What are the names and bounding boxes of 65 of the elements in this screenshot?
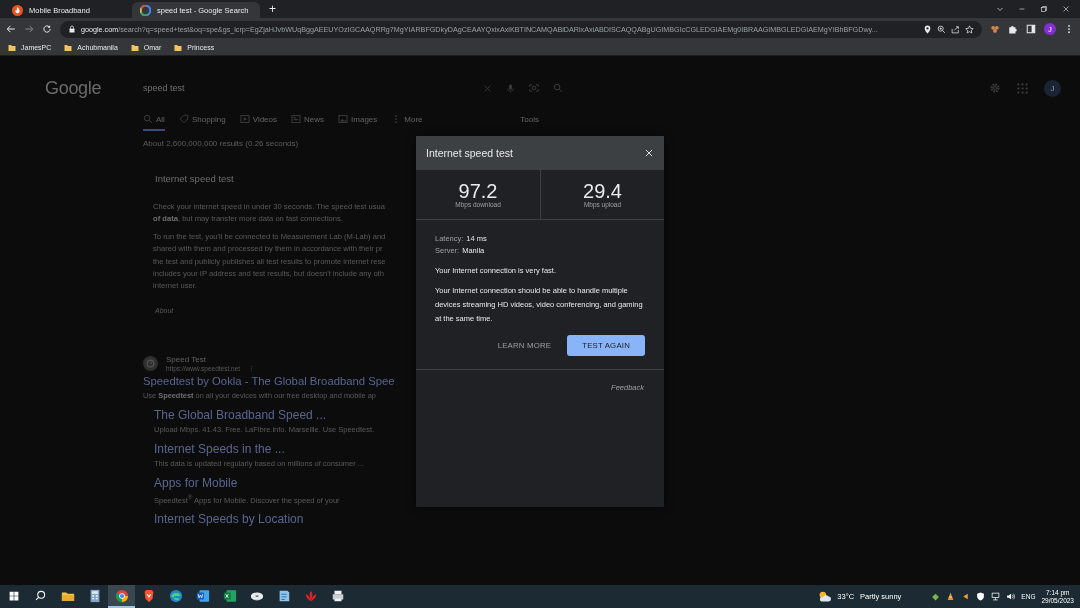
- search-icon: [143, 114, 153, 124]
- zoom-icon[interactable]: [937, 24, 946, 34]
- reload-icon[interactable]: [42, 24, 52, 34]
- chrome-icon[interactable]: [114, 588, 129, 603]
- sun-cloud-icon: [818, 590, 832, 603]
- gauge-icon: [143, 355, 158, 371]
- search-tab[interactable]: More: [391, 114, 423, 131]
- star-icon[interactable]: [965, 24, 974, 34]
- printer-icon[interactable]: [330, 588, 345, 603]
- forward-icon[interactable]: [24, 24, 34, 34]
- chevron-down-icon[interactable]: [996, 5, 1004, 13]
- folder-icon: [174, 43, 183, 52]
- sitelink[interactable]: Internet Speeds by Location: [154, 512, 304, 527]
- newspaper-icon: [291, 114, 302, 124]
- flame-icon: [12, 4, 23, 16]
- search-field[interactable]: speed test: [143, 83, 469, 93]
- search-icon: [35, 590, 46, 601]
- speed-value: 29.4: [583, 181, 622, 201]
- sitelink[interactable]: Internet Speeds in the ...: [154, 441, 285, 456]
- back-icon[interactable]: [6, 24, 16, 34]
- sitelink[interactable]: The Global Broadband Speed ...: [154, 407, 327, 422]
- play-icon: [239, 114, 250, 124]
- taskbar-app[interactable]: [108, 585, 135, 608]
- restore-icon[interactable]: [1040, 5, 1048, 13]
- arrow-left-icon[interactable]: [961, 592, 971, 601]
- featured-title: Internet speed test: [155, 173, 234, 184]
- new-tab-button[interactable]: +: [266, 2, 279, 16]
- tag-icon: [178, 114, 189, 124]
- result-stats: About 2,600,000,000 results (0.26 seconds): [143, 139, 300, 148]
- folder-icon: [130, 43, 139, 52]
- image-icon: [338, 114, 349, 124]
- speaker-icon[interactable]: [1006, 592, 1016, 601]
- sitelink[interactable]: Apps for Mobile: [154, 475, 238, 490]
- excel-icon[interactable]: [222, 588, 237, 603]
- tools-button[interactable]: Tools: [514, 114, 545, 125]
- search-tab[interactable]: Images: [338, 114, 378, 131]
- folder-icon: [8, 43, 16, 52]
- side-panel-icon[interactable]: [1026, 24, 1036, 34]
- site-name: Speed Test: [166, 354, 207, 364]
- search-tab[interactable]: News: [291, 114, 325, 131]
- clover-icon[interactable]: [990, 24, 1000, 34]
- search-tab[interactable]: All: [143, 114, 165, 131]
- word-icon[interactable]: [195, 588, 210, 603]
- close-icon[interactable]: [644, 148, 654, 158]
- edge-icon[interactable]: [168, 588, 183, 603]
- dialog-title: Internet speed test: [426, 147, 513, 159]
- windows-logo-icon: [8, 590, 19, 601]
- search-tab[interactable]: Shopping: [178, 114, 226, 131]
- lock-icon: [68, 25, 76, 33]
- puzzle-icon[interactable]: [1008, 24, 1018, 34]
- minimize-icon[interactable]: [1018, 5, 1026, 13]
- folder-icon: [64, 43, 73, 52]
- cone-icon[interactable]: [946, 592, 956, 601]
- result-title-link[interactable]: Speedtest by Ookla - The Global Broadband Spee: [143, 374, 395, 387]
- google-logo: Google: [44, 77, 103, 99]
- google-icon: [140, 4, 151, 16]
- network-icon[interactable]: [991, 592, 1001, 601]
- shield-icon[interactable]: [976, 592, 986, 601]
- location-pin-icon[interactable]: [923, 24, 932, 34]
- search-tab[interactable]: Videos: [239, 114, 278, 131]
- account-avatar[interactable]: J: [1044, 79, 1061, 97]
- share-icon[interactable]: [951, 24, 960, 34]
- close-icon[interactable]: [1062, 5, 1070, 13]
- tray-app-icon[interactable]: [931, 592, 941, 601]
- speed-value: 97.2: [458, 181, 498, 201]
